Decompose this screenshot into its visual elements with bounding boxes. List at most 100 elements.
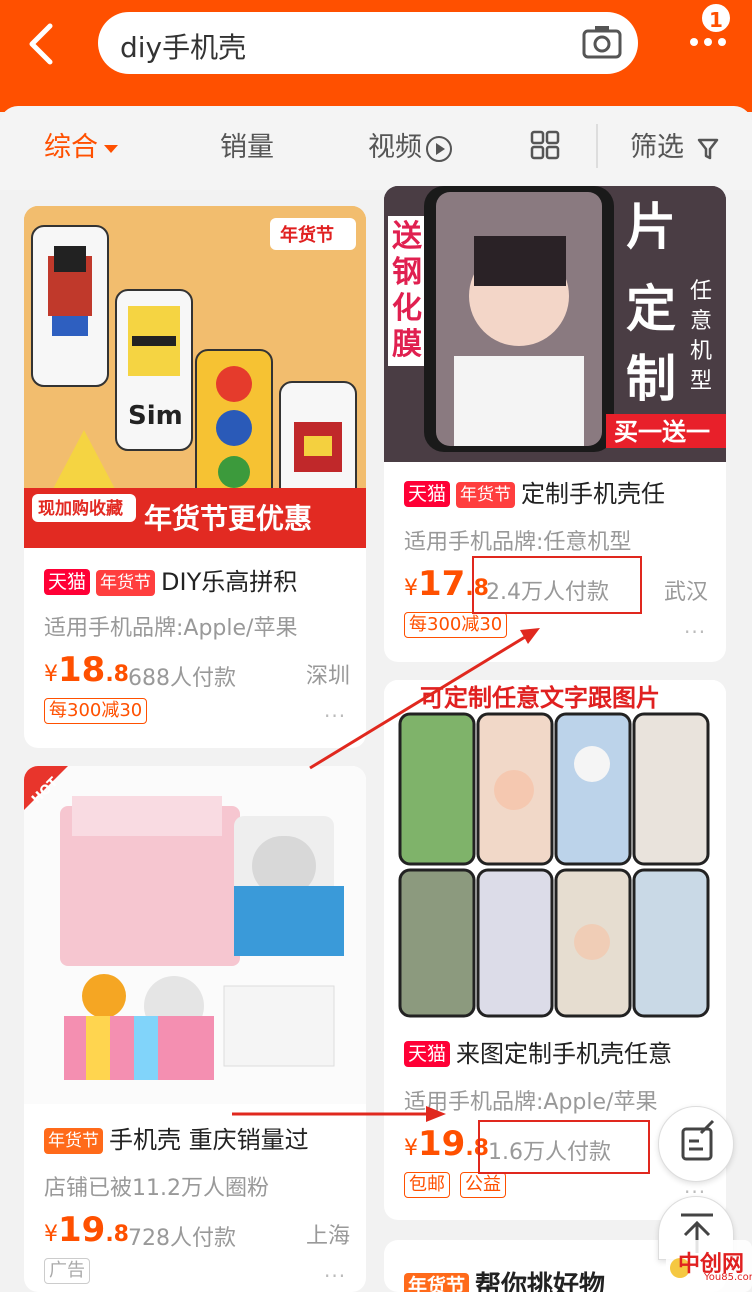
play-icon: [426, 135, 452, 162]
promo-tag: 每300减30: [44, 698, 148, 724]
nhj-tag: 年货节: [404, 1273, 470, 1292]
recommend-title[interactable]: 年货节 帮你挑好物: [404, 1270, 605, 1292]
svg-text:膜: 膜: [392, 327, 422, 362]
product-card[interactable]: Sim 年货节 现加购收藏 年货节更优惠 天猫 年货节 DIY乐高拼积 适用手机品牌…: [24, 206, 366, 748]
product-attribute: 适用手机品牌:Apple/苹果: [404, 1090, 658, 1115]
search-box[interactable]: diy手机壳: [98, 12, 638, 74]
location: 深圳: [306, 664, 351, 689]
watermark-logo: 中创网 You85.com: [666, 1240, 752, 1292]
product-price: ¥18.8: [44, 650, 129, 690]
top-bar: diy手机壳 1: [0, 0, 752, 112]
product-price: ¥19.8: [44, 1210, 129, 1250]
tab-video-label: 视频: [368, 132, 422, 163]
image-side-text: 送: [392, 219, 422, 254]
product-price: ¥19.8: [404, 1124, 489, 1164]
tab-sales[interactable]: 销量: [220, 130, 274, 166]
nhj-img-text: 年货节: [280, 224, 334, 246]
funnel-icon: [697, 138, 718, 159]
product-photo: Sim 年货节 现加购收藏 年货节更优惠: [24, 206, 366, 548]
svg-text:片: 片: [626, 198, 676, 256]
price-currency: ¥: [404, 576, 418, 601]
svg-text:机: 机: [690, 339, 712, 364]
feedback-button[interactable]: [658, 1106, 734, 1182]
product-card[interactable]: HOT 年货节 手机壳 重庆销量过 店铺已被11.2万人圈粉 ¥19.8 728人…: [24, 766, 366, 1292]
product-title-text: DIY乐高拼积: [161, 568, 298, 596]
product-title-text: 定制手机壳任: [521, 480, 666, 508]
product-image[interactable]: 送 钢 化 膜 片 定 制 任 意 机 型 买一送一: [384, 186, 726, 462]
image-banner-small: 现加购收藏: [38, 498, 123, 519]
tmall-tag: 天猫: [404, 481, 451, 507]
price-int: 17: [418, 564, 466, 604]
product-attribute: 适用手机品牌:Apple/苹果: [44, 616, 298, 641]
filter-button[interactable]: 筛选: [630, 130, 719, 166]
tmall-tag: 天猫: [44, 569, 91, 595]
product-photo: HOT: [24, 766, 366, 1104]
camera-icon[interactable]: [582, 24, 622, 60]
location: 上海: [306, 1224, 351, 1249]
payment-count: 728人付款: [128, 1226, 236, 1251]
product-title[interactable]: 天猫 年货节 DIY乐高拼积: [44, 566, 297, 598]
more-options-icon[interactable]: [688, 34, 728, 50]
payment-count: 688人付款: [128, 666, 236, 691]
svg-text:化: 化: [392, 291, 422, 326]
recommend-title-text: 帮你挑好物: [475, 1271, 606, 1292]
image-banner-big: 年货节更优惠: [144, 502, 312, 535]
more-dots-icon[interactable]: ···: [324, 704, 346, 728]
nhj-tag: 年货节: [456, 482, 516, 508]
product-title[interactable]: 天猫 来图定制手机壳任意: [404, 1038, 672, 1070]
message-count-badge: 1: [700, 2, 732, 34]
nhj-tag: 年货节: [44, 1128, 103, 1154]
back-arrow-icon[interactable]: [24, 20, 64, 68]
price-dec: .8: [105, 662, 129, 687]
price-int: 19: [58, 1210, 106, 1250]
more-dots-icon[interactable]: ···: [684, 620, 706, 644]
tab-comprehensive-label: 综合: [44, 132, 98, 163]
tmall-tag: 天猫: [404, 1041, 451, 1067]
free-shipping-tag: 包邮: [404, 1172, 450, 1198]
product-image[interactable]: 可定制任意文字跟图片: [384, 680, 726, 1020]
product-photo: 送 钢 化 膜 片 定 制 任 意 机 型 买一送一: [384, 186, 726, 462]
location: 武汉: [664, 580, 709, 605]
watermark-url: You85.com: [704, 1272, 752, 1283]
filter-label: 筛选: [630, 132, 684, 163]
filter-bar: 综合 销量 视频 筛选: [0, 106, 752, 190]
svg-text:任: 任: [690, 279, 712, 304]
search-input[interactable]: diy手机壳: [120, 26, 246, 66]
charity-tag: 公益: [460, 1172, 506, 1198]
svg-text:钢: 钢: [392, 255, 422, 290]
price-currency: ¥: [404, 1136, 418, 1161]
product-title-text: 手机壳 重庆销量过: [109, 1126, 309, 1154]
nhj-tag: 年货节: [96, 570, 156, 596]
promo-tag: 每300减30: [404, 612, 508, 638]
grid-view-icon[interactable]: [530, 130, 560, 160]
price-dec: .8: [105, 1222, 129, 1247]
shop-followers: 店铺已被11.2万人圈粉: [44, 1176, 269, 1201]
more-dots-icon[interactable]: ···: [324, 1264, 346, 1288]
svg-text:意: 意: [690, 309, 712, 334]
ad-tag: 广告: [44, 1258, 90, 1284]
image-buy-one-text: 买一送一: [614, 418, 710, 446]
price-currency: ¥: [44, 1222, 58, 1247]
product-photo: 可定制任意文字跟图片: [384, 680, 726, 1020]
price-int: 18: [58, 650, 106, 690]
tab-comprehensive[interactable]: 综合: [44, 130, 118, 166]
product-title[interactable]: 天猫 年货节 定制手机壳任: [404, 478, 665, 510]
highlight-box: [472, 556, 642, 614]
product-title-text: 来图定制手机壳任意: [456, 1040, 673, 1068]
product-image[interactable]: Sim 年货节 现加购收藏 年货节更优惠: [24, 206, 366, 548]
svg-text:定: 定: [626, 280, 676, 338]
product-title[interactable]: 年货节 手机壳 重庆销量过: [44, 1124, 309, 1156]
price-int: 19: [418, 1124, 466, 1164]
edit-icon: [681, 1119, 715, 1161]
sim-text: Sim: [128, 401, 183, 431]
product-attribute: 适用手机品牌:任意机型: [404, 530, 632, 555]
tab-video[interactable]: 视频: [368, 130, 452, 166]
image-headline: 可定制任意文字跟图片: [420, 684, 660, 712]
svg-text:型: 型: [690, 369, 712, 394]
svg-text:制: 制: [626, 350, 676, 408]
divider: [596, 124, 598, 168]
product-image[interactable]: HOT: [24, 766, 366, 1104]
highlight-box: [478, 1120, 650, 1174]
caret-down-icon: [104, 144, 118, 153]
price-currency: ¥: [44, 662, 58, 687]
